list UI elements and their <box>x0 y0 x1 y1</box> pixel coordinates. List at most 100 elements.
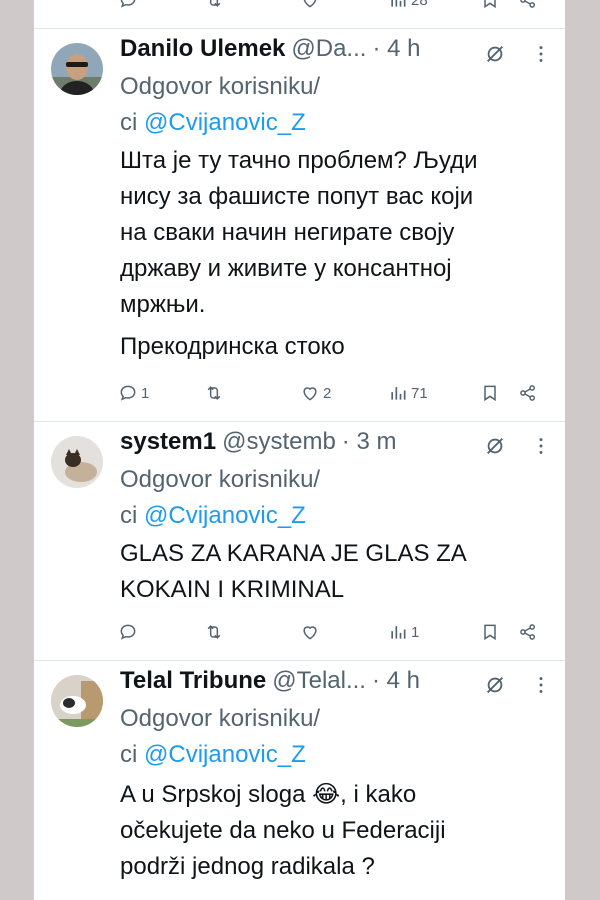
like-button[interactable]: 2 <box>300 383 331 403</box>
tweet-text: Шта је ту тачно проблем? Људи нису за фа… <box>120 143 545 365</box>
retweet-icon <box>209 0 221 7</box>
grok-icon[interactable] <box>484 435 506 457</box>
left-margin <box>0 0 34 900</box>
retweet-icon <box>207 625 221 639</box>
reply-icon <box>120 0 136 8</box>
user-handle[interactable]: @Telal... <box>272 667 366 695</box>
tweet-text-line: GLAS ZA KARANA JE GLAS ZA <box>120 540 467 567</box>
reply-prefix: Odgovor korisniku/ <box>120 466 321 493</box>
views-icon <box>391 387 406 400</box>
mention-link[interactable]: @Cvijanovic_Z <box>144 109 306 136</box>
reply-button[interactable] <box>118 622 138 642</box>
timestamp[interactable]: · 4 h <box>372 35 420 63</box>
like-count: 2 <box>323 384 332 402</box>
top-tweet-actions: 28 <box>34 0 565 20</box>
reply-button[interactable]: 1 <box>118 383 149 403</box>
tweet-text-line: očekujete da neko u Federaciji <box>120 817 446 844</box>
reply-button[interactable] <box>118 0 138 10</box>
views-count: 71 <box>411 384 428 402</box>
avatar[interactable] <box>51 436 103 488</box>
tweet[interactable]: Telal Tribune @Telal... · 4 h Odgovor ko… <box>34 661 565 900</box>
tweet-text: A u Srpskoj sloga 😂, i kako očekujete da… <box>120 777 545 885</box>
grok-icon[interactable] <box>484 674 506 696</box>
timestamp[interactable]: · 3 m <box>342 428 397 456</box>
share-icon <box>520 385 535 401</box>
reply-suffix: ci <box>120 741 138 768</box>
retweet-button[interactable] <box>204 622 224 642</box>
tweet-actions: 1 <box>34 622 565 652</box>
reply-context: Odgovor korisniku/ ci @Cvijanovic_Z <box>120 462 535 534</box>
display-name[interactable]: system1 <box>120 428 216 456</box>
tweet-text-line: мржњи. <box>120 291 206 318</box>
user-handle[interactable]: @Da... <box>291 35 366 63</box>
retweet-button[interactable] <box>204 0 224 10</box>
avatar[interactable] <box>51 43 103 95</box>
reply-icon <box>120 624 136 640</box>
reply-count: 1 <box>141 384 150 402</box>
reply-prefix: Odgovor korisniku/ <box>120 73 321 100</box>
tweet[interactable]: system1 @systemb · 3 m Odgovor korisniku… <box>34 422 565 660</box>
reply-icon <box>120 385 136 401</box>
tweet-text-line: на сваки начин негирате своју <box>120 219 455 246</box>
share-icon <box>520 0 535 8</box>
views-count: 1 <box>411 623 420 641</box>
tweet-text-line: podrži jednog radikala ? <box>120 853 375 880</box>
more-options-icon[interactable] <box>530 674 552 696</box>
like-button[interactable] <box>300 0 320 10</box>
display-name[interactable]: Danilo Ulemek <box>120 35 285 63</box>
avatar-photo <box>51 675 103 727</box>
reply-context: Odgovor korisniku/ ci @Cvijanovic_Z <box>120 69 535 141</box>
mention-link[interactable]: @Cvijanovic_Z <box>144 502 306 529</box>
views-button[interactable]: 28 <box>388 0 428 10</box>
tweet-text-line: Шта је ту тачно проблем? Људи <box>120 147 478 174</box>
tweet-text-line: државу и живите у консантној <box>120 255 452 282</box>
bookmark-button[interactable] <box>480 622 500 642</box>
user-handle[interactable]: @systemb <box>222 428 336 456</box>
share-button[interactable] <box>518 622 538 642</box>
reply-context: Odgovor korisniku/ ci @Cvijanovic_Z <box>120 701 535 773</box>
heart-icon <box>303 626 317 640</box>
bookmark-button[interactable] <box>480 0 500 10</box>
views-icon <box>391 0 406 7</box>
share-button[interactable] <box>518 383 538 403</box>
share-button[interactable] <box>518 0 538 10</box>
views-icon <box>391 626 406 639</box>
right-margin <box>565 0 600 900</box>
avatar-photo <box>51 43 103 95</box>
reply-prefix: Odgovor korisniku/ <box>120 705 321 732</box>
views-count: 28 <box>411 0 428 9</box>
bookmark-icon <box>484 385 496 402</box>
reply-suffix: ci <box>120 109 138 136</box>
mention-link[interactable]: @Cvijanovic_Z <box>144 741 306 768</box>
grok-icon[interactable] <box>484 43 506 65</box>
retweet-icon <box>207 386 221 400</box>
retweet-button[interactable] <box>204 383 224 403</box>
bookmark-icon <box>484 0 496 9</box>
avatar[interactable] <box>51 675 103 727</box>
display-name[interactable]: Telal Tribune <box>120 667 266 695</box>
bookmark-button[interactable] <box>480 383 500 403</box>
tweet-actions: 1 2 71 <box>34 383 565 413</box>
tweet-text-line: Прекодринска стоко <box>120 333 345 360</box>
timestamp[interactable]: · 4 h <box>372 667 420 695</box>
tweet-text-line: KOKAIN I KRIMINAL <box>120 576 345 603</box>
heart-icon <box>303 0 317 8</box>
like-button[interactable] <box>300 622 320 642</box>
bookmark-icon <box>484 624 496 641</box>
heart-icon <box>303 387 317 401</box>
views-button[interactable]: 1 <box>388 622 419 642</box>
tweet-text-segment: , i kako <box>340 781 417 808</box>
tweet-text-segment: A u Srpskoj sloga <box>120 781 313 808</box>
timeline[interactable]: 28 Danilo Ulemek @Da... · 4 h Odgovor ko… <box>34 0 565 900</box>
tweet-text-line: A u Srpskoj sloga 😂, i kako <box>120 777 545 813</box>
share-icon <box>520 624 535 640</box>
views-button[interactable]: 71 <box>388 383 428 403</box>
more-options-icon[interactable] <box>530 435 552 457</box>
tweet-text-line: нису за фашисте попут вас који <box>120 183 474 210</box>
avatar-photo <box>51 436 103 488</box>
tweet-text: GLAS ZA KARANA JE GLAS ZA KOKAIN I KRIMI… <box>120 536 545 608</box>
more-options-icon[interactable] <box>530 43 552 65</box>
reply-suffix: ci <box>120 502 138 529</box>
laughing-emoji-icon: 😂 <box>312 781 341 808</box>
tweet[interactable]: Danilo Ulemek @Da... · 4 h Odgovor koris… <box>34 29 565 421</box>
